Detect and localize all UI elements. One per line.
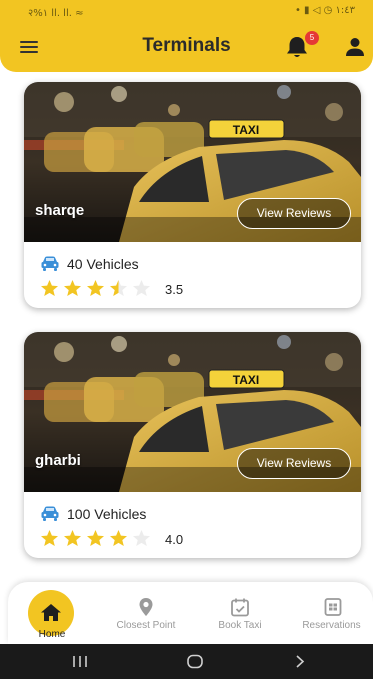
terminal-image: TAXI sharqe View Reviews [24,82,361,242]
status-bar-left: २%١ ll. ll. ≈ [28,8,84,19]
star-full-icon [110,530,127,546]
nav-home[interactable]: Home [8,582,96,644]
nav-label-book-taxi: Book Taxi [218,620,262,631]
hamburger-icon-line [20,51,38,53]
star-full-icon [41,280,58,296]
recent-apps-icon [73,656,87,667]
terminal-image: TAXI gharbi View Reviews [24,332,361,492]
vehicle-count: 40 Vehicles [67,256,139,272]
bottom-navigation: Home Closest Point Book Taxi Reservation… [8,582,373,644]
star-full-icon [64,280,81,296]
star-full-icon [87,530,104,546]
rating-stars: 4.0 [40,529,240,549]
star-full-icon [41,530,58,546]
star-empty-icon [133,280,150,296]
menu-button[interactable] [20,38,40,54]
chevron-right-icon [296,655,305,668]
nav-book-taxi[interactable]: Book Taxi [200,582,280,644]
taxi-sign-text: TAXI [233,373,259,387]
status-bar: २%١ ll. ll. ≈ • ▮ ◁ ◷ ١:٤٣ [0,0,373,22]
terminal-name: gharbi [35,452,81,469]
star-full-icon [87,280,104,296]
recent-apps-button[interactable] [55,644,105,679]
nav-label-home: Home [38,629,66,640]
rating-stars: 3.5 [40,279,240,299]
vehicle-count: 100 Vehicles [67,506,147,522]
star-half-icon [110,280,127,296]
hamburger-icon-line [20,46,38,48]
location-pin-icon [139,598,153,616]
nav-label-closest-point: Closest Point [116,620,176,631]
nav-closest-point[interactable]: Closest Point [104,582,188,644]
home-circle-icon [187,654,203,669]
rating-value: 3.5 [165,282,184,297]
terminal-card[interactable]: TAXI gharbi View Reviews 100 Vehicles 4.… [24,332,361,558]
home-system-button[interactable] [170,644,220,679]
view-reviews-button[interactable]: View Reviews [237,198,351,229]
profile-button[interactable] [344,36,366,58]
star-full-icon [64,530,81,546]
star-empty-icon [133,530,150,546]
taxi-sign-text: TAXI [233,123,259,137]
reservations-icon [324,598,342,616]
hamburger-icon-line [20,41,38,43]
status-bar-right: • ▮ ◁ ◷ ١:٤٣ [294,5,355,16]
terminal-name: sharqe [35,202,85,219]
user-icon [346,38,364,56]
nav-label-reservations: Reservations [302,620,361,631]
notification-badge: 5 [305,31,319,45]
system-navigation-bar [0,644,373,679]
car-icon [41,256,59,271]
app-header: २%١ ll. ll. ≈ • ▮ ◁ ◷ ١:٤٣ Terminals 5 [0,0,373,72]
car-icon [41,506,59,521]
terminal-card[interactable]: TAXI sharqe View Reviews 40 Vehicles 3.5 [24,82,361,308]
back-button[interactable] [275,644,325,679]
app-screen: २%١ ll. ll. ≈ • ▮ ◁ ◷ ١:٤٣ Terminals 5 T… [0,0,373,679]
nav-reservations[interactable]: Reservations [290,582,373,644]
view-reviews-button[interactable]: View Reviews [237,448,351,479]
calendar-check-icon [231,598,249,617]
rating-value: 4.0 [165,532,184,547]
